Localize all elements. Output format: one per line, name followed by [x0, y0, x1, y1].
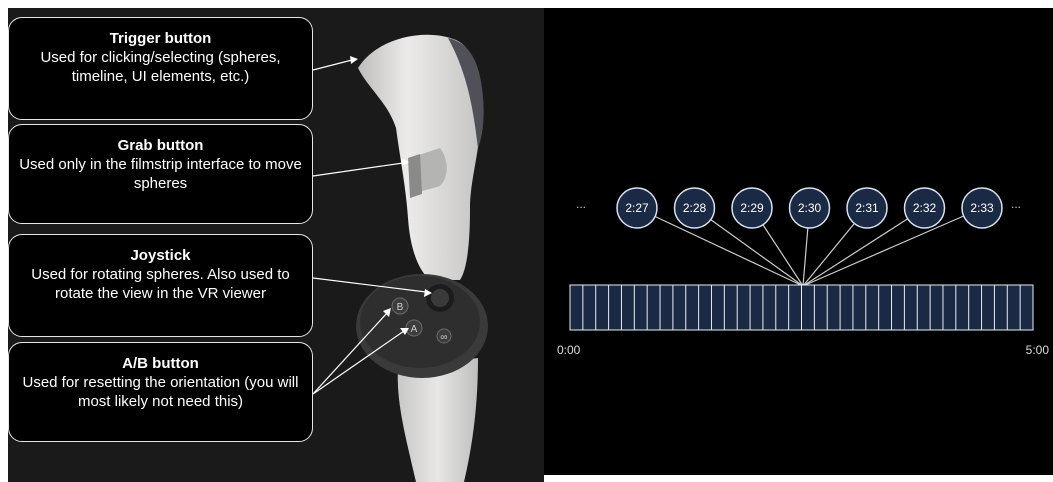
menu-button: ∞	[436, 328, 452, 344]
timestamp-label: 2:31	[855, 201, 879, 215]
callout-description: Used for rotating spheres. Also used to …	[31, 266, 290, 302]
timestamp-sphere[interactable]: 2:32	[903, 187, 946, 229]
timestamp-sphere[interactable]: 2:29	[731, 187, 773, 229]
timestamp-label: 2:32	[913, 201, 937, 215]
timestamp-sphere[interactable]: 2:27	[616, 187, 658, 229]
callout-title: A/B button	[122, 355, 199, 372]
connector-line	[802, 218, 908, 287]
button-b: B	[391, 297, 409, 315]
callout-grab: Grab button Used only in the filmstrip i…	[8, 124, 313, 224]
callout-description: Used for clicking/selecting (spheres, ti…	[40, 49, 281, 85]
timestamp-nodes: 2:27 2:28 2:29 2:30 2:31 2:32 2:33	[616, 187, 1003, 229]
callout-description: Used for resetting the orientation (you …	[22, 374, 299, 410]
callout-title: Joystick	[130, 247, 191, 264]
timestamp-sphere[interactable]: 2:30	[788, 187, 831, 229]
callout-joystick: Joystick Used for rotating spheres. Also…	[8, 234, 313, 337]
timestamp-label: 2:30	[798, 201, 822, 215]
connector-line	[802, 227, 809, 287]
timestamp-label: 2:29	[740, 201, 764, 215]
svg-text:∞: ∞	[440, 332, 447, 343]
ellipsis-right: ...	[1011, 197, 1021, 211]
filmstrip-bar	[569, 284, 1034, 331]
callout-description: Used only in the filmstrip interface to …	[19, 156, 302, 192]
timestamp-label: 2:27	[625, 201, 649, 215]
callout-title: Trigger button	[109, 30, 212, 47]
svg-text:B: B	[397, 302, 404, 313]
filmstrip-panel: 2:27 2:28 2:29 2:30 2:31 2:32 2:33 ... ... 0:0…	[544, 8, 1053, 475]
controller-top-view: B A ∞	[356, 274, 488, 482]
connector-line	[802, 215, 964, 287]
connector-line	[802, 223, 855, 287]
svg-text:A: A	[411, 324, 418, 335]
start-time-label: 0:00	[557, 343, 581, 357]
connector-line	[710, 219, 804, 287]
controller-panel: B A ∞ Trigger button Used for clicking/s…	[8, 8, 544, 482]
timestamp-sphere[interactable]: 2:33	[961, 187, 1003, 229]
callout-title: Grab button	[117, 137, 204, 154]
joystick-icon	[426, 284, 454, 312]
timestamp-label: 2:28	[683, 201, 707, 215]
callout-ab-button: A/B button Used for resetting the orient…	[8, 342, 313, 442]
end-time-label: 5:00	[1026, 343, 1050, 357]
controller-side-view	[358, 34, 484, 280]
timestamp-label: 2:33	[970, 201, 994, 215]
callout-trigger: Trigger button Used for clicking/selecti…	[8, 17, 313, 120]
filmstrip-diagram: 2:27 2:28 2:29 2:30 2:31 2:32 2:33 ... ... 0:0…	[557, 187, 1050, 357]
timestamp-sphere[interactable]: 2:28	[673, 187, 716, 229]
ellipsis-left: ...	[576, 197, 586, 211]
timestamp-sphere[interactable]: 2:31	[846, 187, 888, 229]
